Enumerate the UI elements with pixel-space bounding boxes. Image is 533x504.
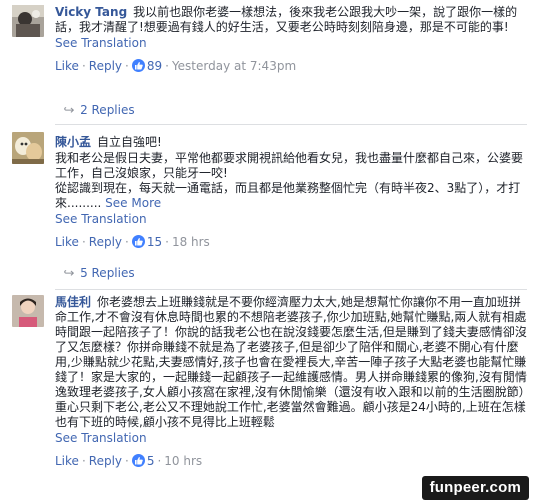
like-button[interactable]: Like [55, 235, 79, 249]
comment-author[interactable]: Vicky Tang [55, 5, 127, 19]
avatar-image-icon [12, 132, 44, 164]
view-replies-link[interactable]: ↪ 5 Replies [63, 266, 135, 280]
comment-time[interactable]: 18 hrs [172, 235, 210, 249]
divider [55, 289, 527, 290]
like-button[interactable]: Like [55, 454, 79, 468]
see-translation-link[interactable]: See Translation [55, 431, 527, 446]
reply-arrow-icon: ↪ [63, 266, 75, 280]
avatar-image-icon [12, 5, 44, 37]
comment-actions: Like · Reply · 5 · 10 hrs [55, 454, 203, 468]
comment-text: 馬佳利 你老婆想去上班賺錢就是不要你經濟壓力太大,她是想幫忙你讓你不用一直加班拼命… [55, 295, 527, 430]
comment-time[interactable]: Yesterday at 7:43pm [172, 59, 296, 73]
thumbs-up-icon[interactable] [131, 235, 145, 248]
reply-button[interactable]: Reply [89, 454, 122, 468]
divider [55, 124, 527, 125]
view-replies-link[interactable]: ↪ 2 Replies [63, 103, 135, 117]
watermark-logo: funpeer.com [421, 476, 529, 500]
like-count[interactable]: 15 [147, 235, 162, 249]
reply-arrow-icon: ↪ [63, 103, 75, 117]
like-count[interactable]: 5 [147, 454, 155, 468]
avatar[interactable] [12, 132, 44, 164]
avatar[interactable] [12, 295, 44, 327]
replies-count[interactable]: 5 Replies [80, 266, 135, 280]
reply-button[interactable]: Reply [89, 59, 122, 73]
comment-author[interactable]: 陳小孟 [55, 135, 91, 149]
see-translation-link[interactable]: See Translation [55, 36, 527, 51]
see-translation-link[interactable]: See Translation [55, 212, 527, 227]
comment-body: 你老婆想去上班賺錢就是不要你經濟壓力太大,她是想幫忙你讓你不用一直加班拼命工作,… [55, 295, 527, 429]
like-button[interactable]: Like [55, 59, 79, 73]
comment-text: Vicky Tang 我以前也跟你老婆一樣想法，後來我老公跟我大吵一架，說了跟你一… [55, 5, 527, 35]
comment-actions: Like · Reply · 89 · Yesterday at 7:43pm [55, 59, 297, 73]
replies-count[interactable]: 2 Replies [80, 103, 135, 117]
see-more-link[interactable]: See More [105, 196, 161, 210]
thumbs-up-icon[interactable] [131, 59, 145, 72]
comment-actions: Like · Reply · 15 · 18 hrs [55, 235, 210, 249]
comment-paragraph: 從認識到現在，每天就一通電話，而且都是他業務整個忙完（有時半夜2、3點了），才打… [55, 181, 527, 211]
comment-time[interactable]: 10 hrs [164, 454, 202, 468]
comment-text: 陳小孟 自立自強吧! [55, 135, 527, 150]
avatar-image-icon [12, 295, 44, 327]
comment-author[interactable]: 馬佳利 [55, 295, 91, 309]
reply-button[interactable]: Reply [89, 235, 122, 249]
like-count[interactable]: 89 [147, 59, 162, 73]
comment-first-line: 自立自強吧! [97, 135, 162, 149]
avatar[interactable] [12, 5, 44, 37]
thumbs-up-icon[interactable] [131, 454, 145, 467]
comment-paragraph: 我和老公是假日夫妻，平常他都要求開視訊給他看女兒，我也盡量什麼都自己來，公婆要工… [55, 151, 524, 180]
